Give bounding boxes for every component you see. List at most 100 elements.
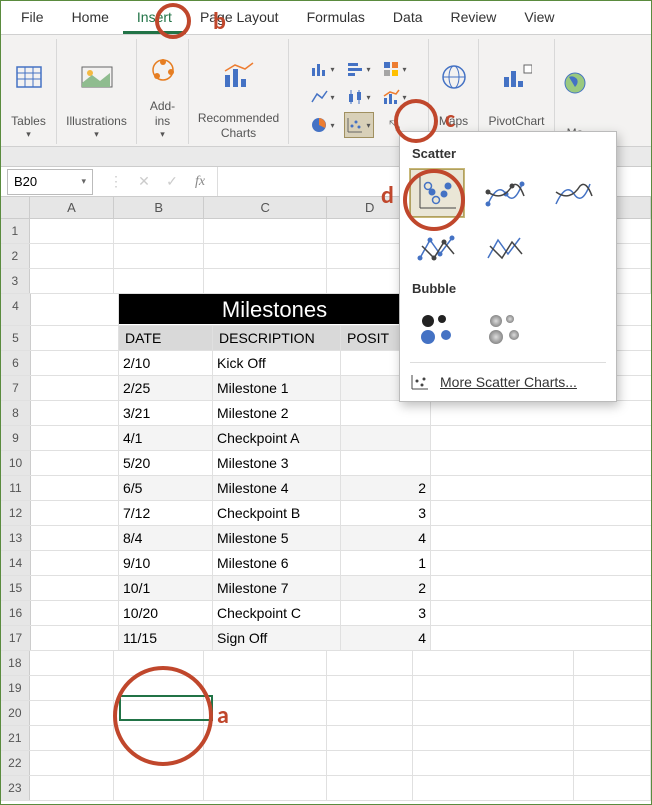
bubble-3d-button[interactable]: [478, 304, 532, 352]
tables-icon[interactable]: [15, 41, 43, 114]
cell-date[interactable]: 4/1: [119, 426, 213, 450]
cell[interactable]: [327, 701, 413, 725]
cell-position[interactable]: 2: [341, 476, 431, 500]
cell-position[interactable]: 4: [341, 626, 431, 650]
cell[interactable]: [30, 269, 114, 293]
cell[interactable]: [31, 326, 119, 350]
cell[interactable]: [204, 701, 327, 725]
bar-chart-button[interactable]: ▾: [344, 56, 374, 82]
cell[interactable]: [574, 776, 651, 800]
row-header[interactable]: 19: [1, 676, 30, 700]
recommended-charts-icon[interactable]: [221, 41, 257, 111]
cell-description[interactable]: Milestone 5: [213, 526, 341, 550]
cell-date[interactable]: 3/21: [119, 401, 213, 425]
scatter-straight-lines-markers-button[interactable]: [410, 225, 464, 273]
illustrations-icon[interactable]: [80, 41, 114, 114]
cell-description[interactable]: Milestone 3: [213, 451, 341, 475]
row-header[interactable]: 18: [1, 651, 30, 675]
cell[interactable]: [31, 626, 119, 650]
cell-description[interactable]: Checkpoint C: [213, 601, 341, 625]
cell[interactable]: [31, 576, 119, 600]
cell-date[interactable]: 10/1: [119, 576, 213, 600]
cell-date[interactable]: 2/10: [119, 351, 213, 375]
cell[interactable]: [31, 451, 119, 475]
row-header[interactable]: 22: [1, 751, 30, 775]
cell[interactable]: [204, 244, 327, 268]
cell[interactable]: [413, 726, 574, 750]
cell[interactable]: [30, 701, 114, 725]
scatter-straight-lines-button[interactable]: [478, 225, 532, 273]
cell-position[interactable]: 2: [341, 576, 431, 600]
cell[interactable]: [413, 676, 574, 700]
cell-date[interactable]: 10/20: [119, 601, 213, 625]
table-title[interactable]: Milestones: [119, 294, 431, 324]
cell[interactable]: [114, 751, 204, 775]
pie-chart-button[interactable]: ▾: [308, 112, 338, 138]
cell-position[interactable]: 4: [341, 526, 431, 550]
cell[interactable]: [30, 244, 114, 268]
cell[interactable]: [31, 501, 119, 525]
cell[interactable]: [30, 751, 114, 775]
column-chart-button[interactable]: ▾: [308, 56, 338, 82]
tab-review[interactable]: Review: [437, 1, 511, 34]
cell-description[interactable]: Sign Off: [213, 626, 341, 650]
cell[interactable]: [327, 776, 413, 800]
cell[interactable]: [114, 219, 204, 243]
row-header[interactable]: 8: [1, 401, 31, 425]
row-header[interactable]: 2: [1, 244, 30, 268]
chevron-down-icon[interactable]: ▾: [81, 176, 86, 187]
cell-date[interactable]: 2/25: [119, 376, 213, 400]
cell-description[interactable]: Milestone 2: [213, 401, 341, 425]
cell-position[interactable]: 1: [341, 551, 431, 575]
col-header-c[interactable]: C: [204, 197, 327, 218]
cell-date[interactable]: 9/10: [119, 551, 213, 575]
cell[interactable]: [327, 651, 413, 675]
cell-date[interactable]: 6/5: [119, 476, 213, 500]
row-header[interactable]: 1: [1, 219, 30, 243]
cell-position[interactable]: [341, 451, 431, 475]
cell[interactable]: [30, 776, 114, 800]
cell-description[interactable]: Milestone 7: [213, 576, 341, 600]
cell[interactable]: [574, 676, 651, 700]
scatter-markers-only-button[interactable]: [410, 169, 464, 217]
cell[interactable]: [114, 676, 204, 700]
row-header[interactable]: 9: [1, 426, 31, 450]
row-header[interactable]: 10: [1, 451, 31, 475]
cell[interactable]: [114, 726, 204, 750]
cell[interactable]: [204, 651, 327, 675]
cell-date[interactable]: 5/20: [119, 451, 213, 475]
cancel-icon[interactable]: ✕: [135, 173, 153, 190]
cell-description[interactable]: Checkpoint A: [213, 426, 341, 450]
cell[interactable]: [327, 726, 413, 750]
pivotchart-icon[interactable]: [502, 41, 532, 114]
tab-home[interactable]: Home: [58, 1, 123, 34]
row-header[interactable]: 6: [1, 351, 31, 375]
cell[interactable]: [114, 651, 204, 675]
cell-position[interactable]: [341, 401, 431, 425]
cell-description[interactable]: Checkpoint B: [213, 501, 341, 525]
row-header[interactable]: 15: [1, 576, 31, 600]
table-column-header[interactable]: DATE: [119, 326, 213, 350]
row-header[interactable]: 14: [1, 551, 31, 575]
maps-icon[interactable]: [440, 41, 468, 114]
cell[interactable]: [30, 676, 114, 700]
cell[interactable]: [327, 751, 413, 775]
cell[interactable]: [574, 751, 651, 775]
cell[interactable]: [204, 776, 327, 800]
row-header[interactable]: 12: [1, 501, 31, 525]
cell-date[interactable]: 11/15: [119, 626, 213, 650]
row-header[interactable]: 3: [1, 269, 30, 293]
cell[interactable]: [114, 244, 204, 268]
cell[interactable]: [31, 351, 119, 375]
scatter-chart-button[interactable]: ▾: [344, 112, 374, 138]
row-header[interactable]: 17: [1, 626, 31, 650]
cell-date[interactable]: 8/4: [119, 526, 213, 550]
tab-data[interactable]: Data: [379, 1, 437, 34]
cell-description[interactable]: Milestone 6: [213, 551, 341, 575]
cell[interactable]: [114, 269, 204, 293]
tab-view[interactable]: View: [510, 1, 568, 34]
cell[interactable]: [31, 551, 119, 575]
cell[interactable]: [204, 219, 327, 243]
cell[interactable]: [413, 751, 574, 775]
cell[interactable]: [31, 294, 119, 325]
